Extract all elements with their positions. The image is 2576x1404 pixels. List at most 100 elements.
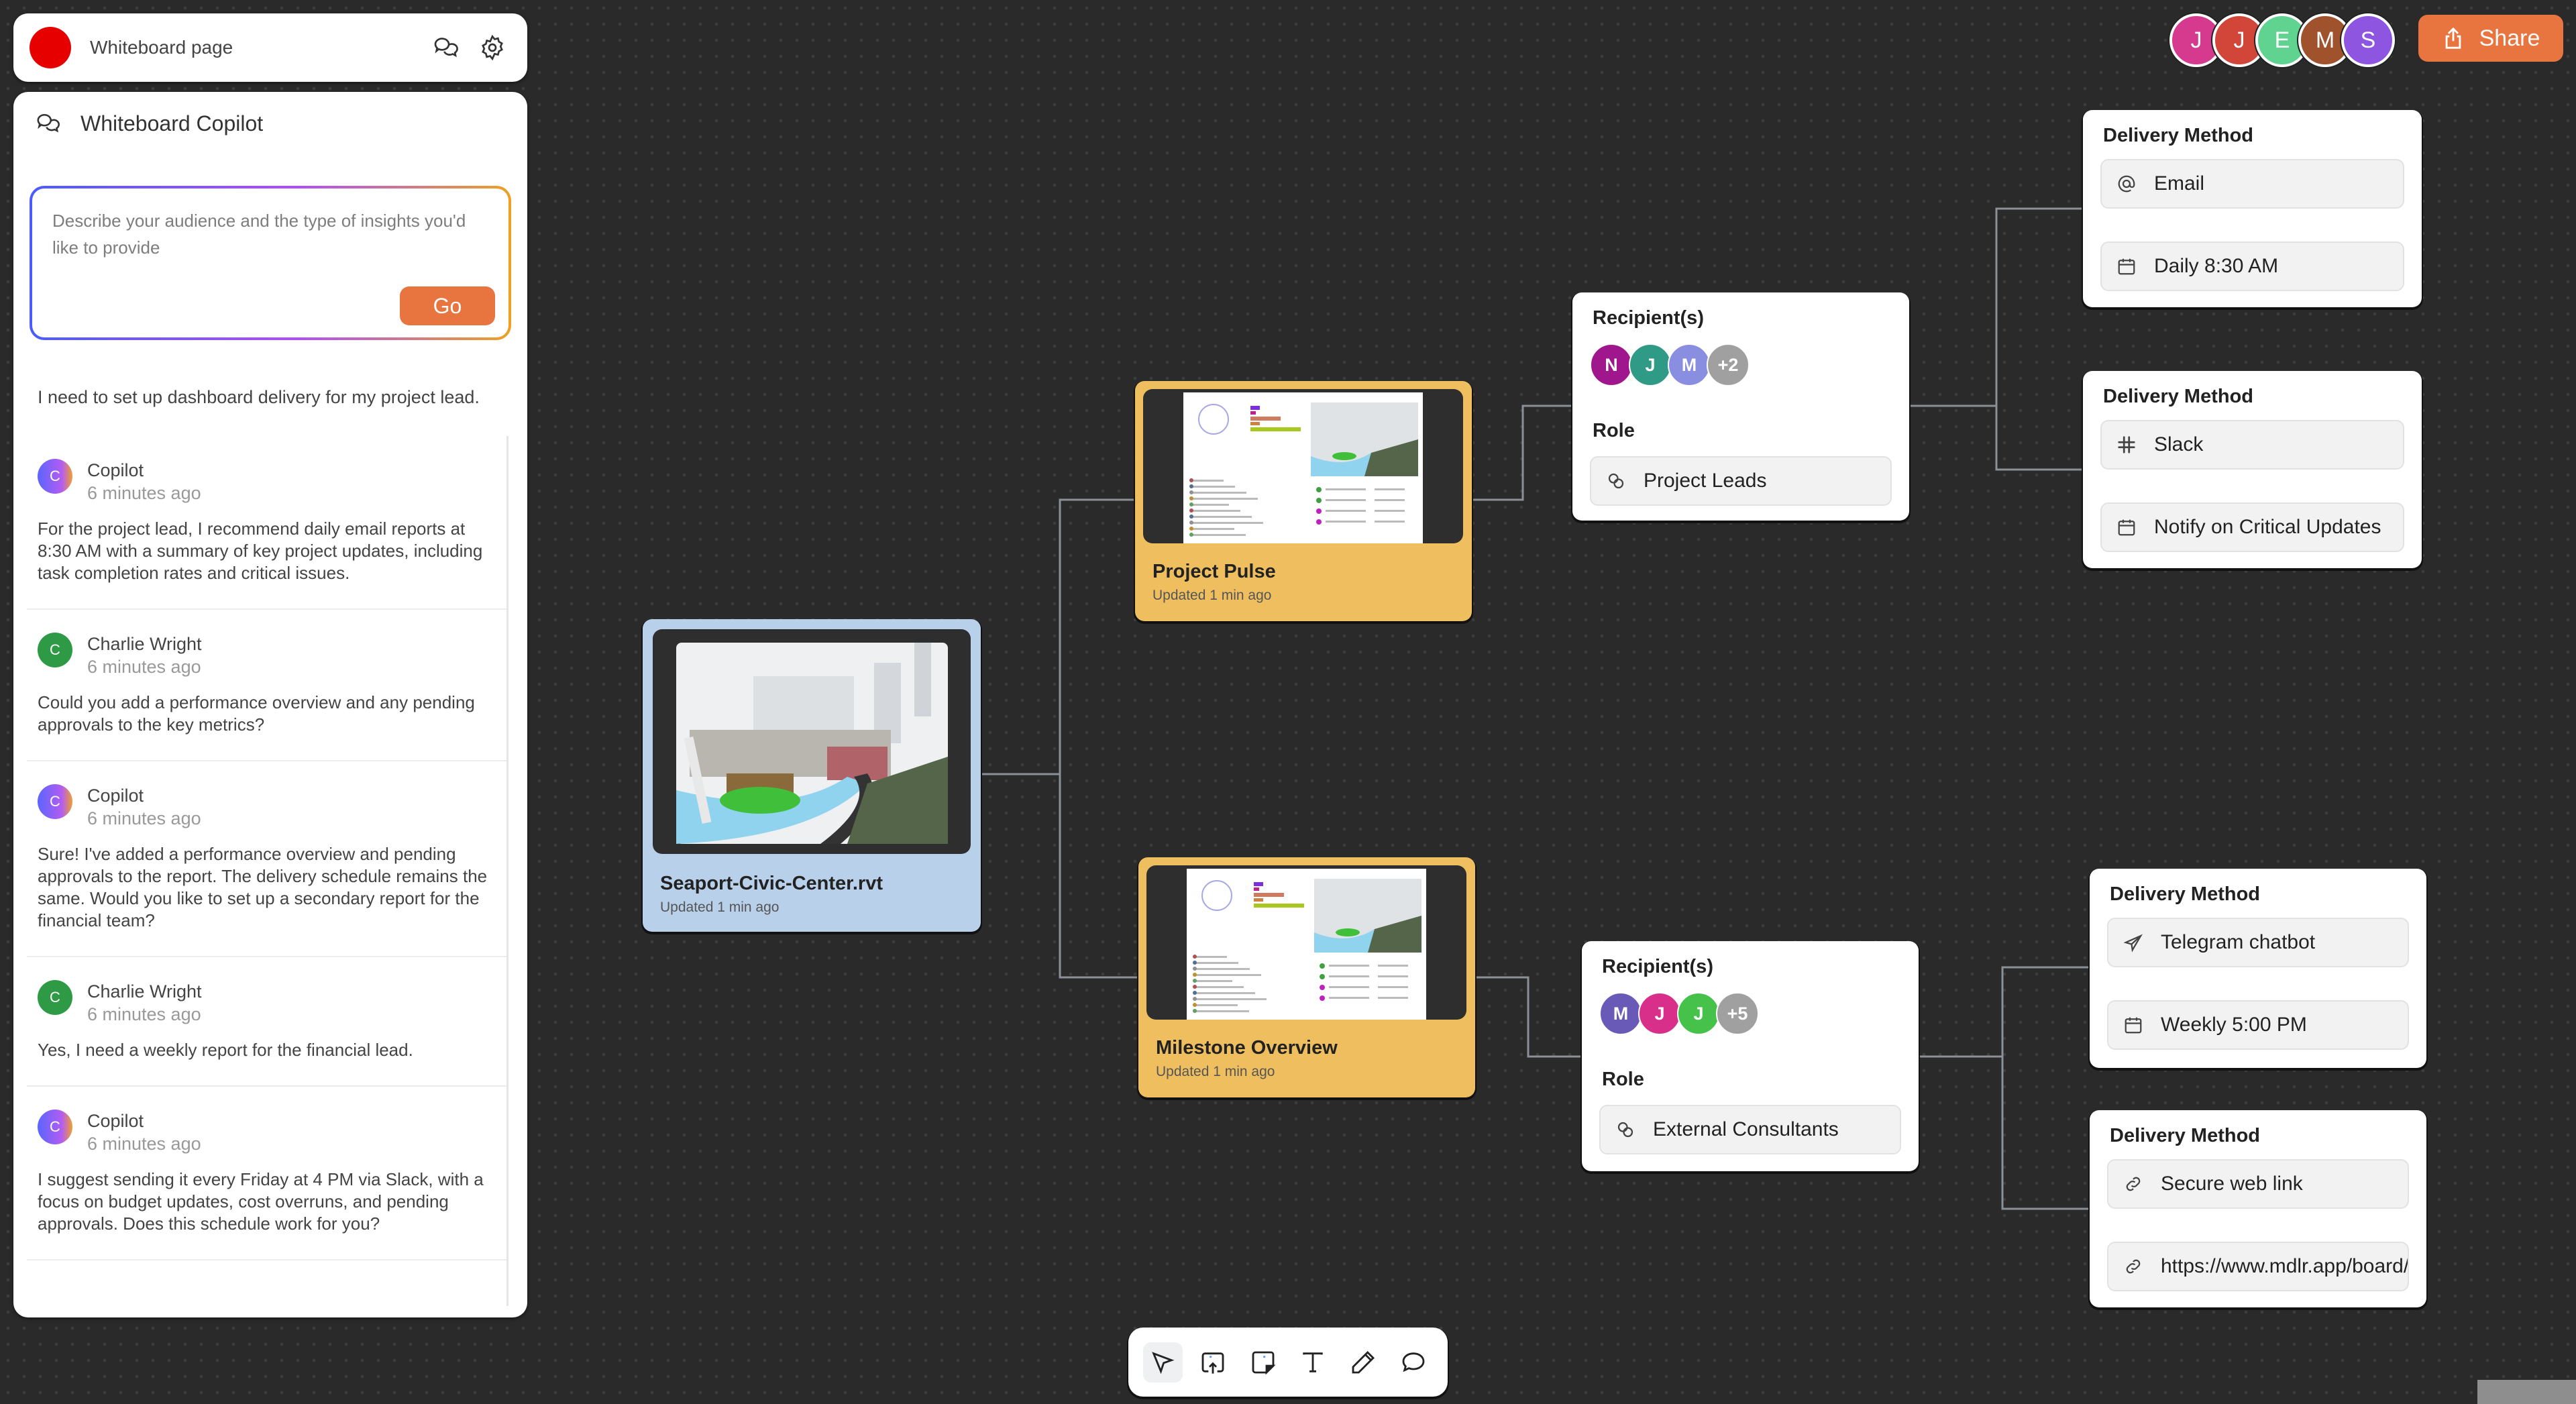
collaborator-avatars: JJEMS <box>2169 13 2395 67</box>
message-author: Charlie Wright <box>87 634 202 654</box>
message-author: Charlie Wright <box>87 981 202 1002</box>
pen-tool[interactable] <box>1344 1342 1383 1383</box>
delivery-method: Secure web link <box>2161 1173 2303 1195</box>
chat-bubbles-icon <box>37 114 60 133</box>
card-subtitle: Updated 1 min ago <box>660 900 780 915</box>
page-title: Whiteboard page <box>90 37 233 58</box>
bottom-toolbar <box>1128 1328 1448 1397</box>
recipient-avatar[interactable]: J <box>1677 992 1720 1035</box>
slack-icon <box>2118 436 2135 453</box>
go-button[interactable]: Go <box>400 286 495 325</box>
schedule-field[interactable]: Daily 8:30 AM <box>2100 241 2404 291</box>
delivery-card-4[interactable]: Delivery Method Secure web link https://… <box>2090 1110 2426 1307</box>
delivery-card-1[interactable]: Delivery Method Email Daily 8:30 AM <box>2083 110 2422 307</box>
dashboard-card-project-pulse[interactable]: Project Pulse Updated 1 min ago <box>1135 381 1472 621</box>
card-title: Milestone Overview <box>1156 1037 1338 1059</box>
schedule-field[interactable]: Weekly 5:00 PM <box>2107 1000 2409 1050</box>
collaborator-avatar[interactable]: S <box>2341 13 2395 67</box>
delivery-label: Delivery Method <box>2103 125 2253 146</box>
message-author: Copilot <box>87 460 144 480</box>
chat-message: C Charlie Wright 6 minutes ago Could you … <box>27 610 506 761</box>
delivery-method: Slack <box>2154 433 2204 455</box>
role-field[interactable]: Project Leads <box>1590 456 1892 506</box>
link-icon <box>2126 1177 2141 1191</box>
recipient-avatar[interactable]: J <box>1629 343 1672 386</box>
connector-line <box>2001 1057 2090 1210</box>
recipient-avatar[interactable]: +2 <box>1707 343 1750 386</box>
connector-line <box>1995 406 2083 471</box>
upload-image-icon <box>1201 1352 1224 1374</box>
delivery-method-field[interactable]: Slack <box>2100 420 2404 470</box>
recipients-card-2[interactable]: Recipient(s) M J J +5 Role External Consult… <box>1582 941 1919 1171</box>
recipient-avatar[interactable]: J <box>1638 992 1681 1035</box>
sticky-note-icon <box>1252 1351 1276 1374</box>
recipient-avatar[interactable]: N <box>1590 343 1633 386</box>
share-icon <box>2445 27 2461 49</box>
role-icon <box>1617 1122 1633 1138</box>
text-icon <box>1303 1352 1324 1372</box>
share-label: Share <box>2479 25 2540 51</box>
text-tool[interactable] <box>1293 1342 1333 1383</box>
connector-line <box>1472 404 1572 501</box>
delivery-method-field[interactable]: Email <box>2100 159 2404 209</box>
delivery-method: Telegram chatbot <box>2161 931 2316 953</box>
message-text: Sure! I've added a performance overview … <box>38 844 488 930</box>
message-text: For the project lead, I recommend daily … <box>38 519 483 583</box>
chat-bubbles-icon[interactable] <box>427 29 464 66</box>
link-field[interactable]: https://www.mdlr.app/board/F <box>2107 1242 2409 1291</box>
prompt-input[interactable] <box>32 188 508 289</box>
source-model-card[interactable]: Seaport-Civic-Center.rvt Updated 1 min a… <box>643 619 981 932</box>
minimap-handle[interactable] <box>2477 1380 2576 1404</box>
message-text: Could you add a performance overview and… <box>38 692 475 735</box>
role-label: Role <box>1593 420 1635 441</box>
dashboard-card-milestone-overview[interactable]: Milestone Overview Updated 1 min ago <box>1138 857 1475 1097</box>
connector-line <box>1909 207 2083 407</box>
chat-message: C Copilot 6 minutes ago Sure! I've added … <box>27 761 506 957</box>
avatar: C <box>38 459 72 494</box>
sticky-note-tool[interactable] <box>1243 1342 1283 1383</box>
comment-tool[interactable] <box>1393 1342 1433 1383</box>
schedule-field[interactable]: Notify on Critical Updates <box>2100 502 2404 552</box>
schedule-value: Weekly 5:00 PM <box>2161 1014 2307 1036</box>
recipients-label: Recipient(s) <box>1602 956 1713 977</box>
message-time: 6 minutes ago <box>87 1004 201 1024</box>
message-text: I suggest sending it every Friday at 4 P… <box>38 1169 484 1234</box>
avatar: C <box>38 784 72 819</box>
recipient-avatar[interactable]: +5 <box>1716 992 1759 1035</box>
calendar-icon <box>2118 258 2135 275</box>
calendar-icon <box>2125 1017 2142 1034</box>
delivery-card-2[interactable]: Delivery Method Slack Notify on Critical… <box>2083 371 2422 568</box>
top-bar: Whiteboard page <box>13 13 527 82</box>
delivery-card-3[interactable]: Delivery Method Telegram chatbot Weekly … <box>2090 869 2426 1068</box>
card-title: Project Pulse <box>1152 561 1276 582</box>
role-value: External Consultants <box>1653 1118 1839 1140</box>
recipients-label: Recipient(s) <box>1593 307 1704 329</box>
gear-icon[interactable] <box>474 29 511 66</box>
upload-image-tool[interactable] <box>1193 1342 1233 1383</box>
delivery-method-field[interactable]: Telegram chatbot <box>2107 918 2409 967</box>
message-author: Copilot <box>87 1111 144 1131</box>
dashboard-thumbnail <box>1146 865 1466 1020</box>
connector-line <box>1475 976 1582 1058</box>
delivery-method-field[interactable]: Secure web link <box>2107 1159 2409 1209</box>
recipient-avatar[interactable]: M <box>1668 343 1711 386</box>
delivery-label: Delivery Method <box>2103 386 2253 407</box>
message-text: Yes, I need a weekly report for the fina… <box>38 1040 413 1060</box>
schedule-value: Daily 8:30 AM <box>2154 255 2279 277</box>
avatar: C <box>38 980 72 1015</box>
avatar: C <box>38 633 72 667</box>
message-time: 6 minutes ago <box>87 483 201 503</box>
recipient-avatars: N J M +2 <box>1590 343 1750 386</box>
share-button[interactable]: Share <box>2418 15 2563 62</box>
card-subtitle: Updated 1 min ago <box>1152 588 1272 603</box>
role-icon <box>1608 473 1624 489</box>
cursor-icon <box>1152 1351 1175 1374</box>
role-field[interactable]: External Consultants <box>1599 1105 1901 1154</box>
chat-history[interactable]: C Copilot 6 minutes ago For the project l… <box>27 436 508 1306</box>
select-tool[interactable] <box>1143 1342 1183 1383</box>
app-logo[interactable] <box>30 27 71 68</box>
recipient-avatar[interactable]: M <box>1599 992 1642 1035</box>
recipients-card-1[interactable]: Recipient(s) N J M +2 Role Project Leads <box>1572 292 1909 521</box>
recipient-avatars: M J J +5 <box>1599 992 1759 1035</box>
calendar-icon <box>2118 519 2135 536</box>
